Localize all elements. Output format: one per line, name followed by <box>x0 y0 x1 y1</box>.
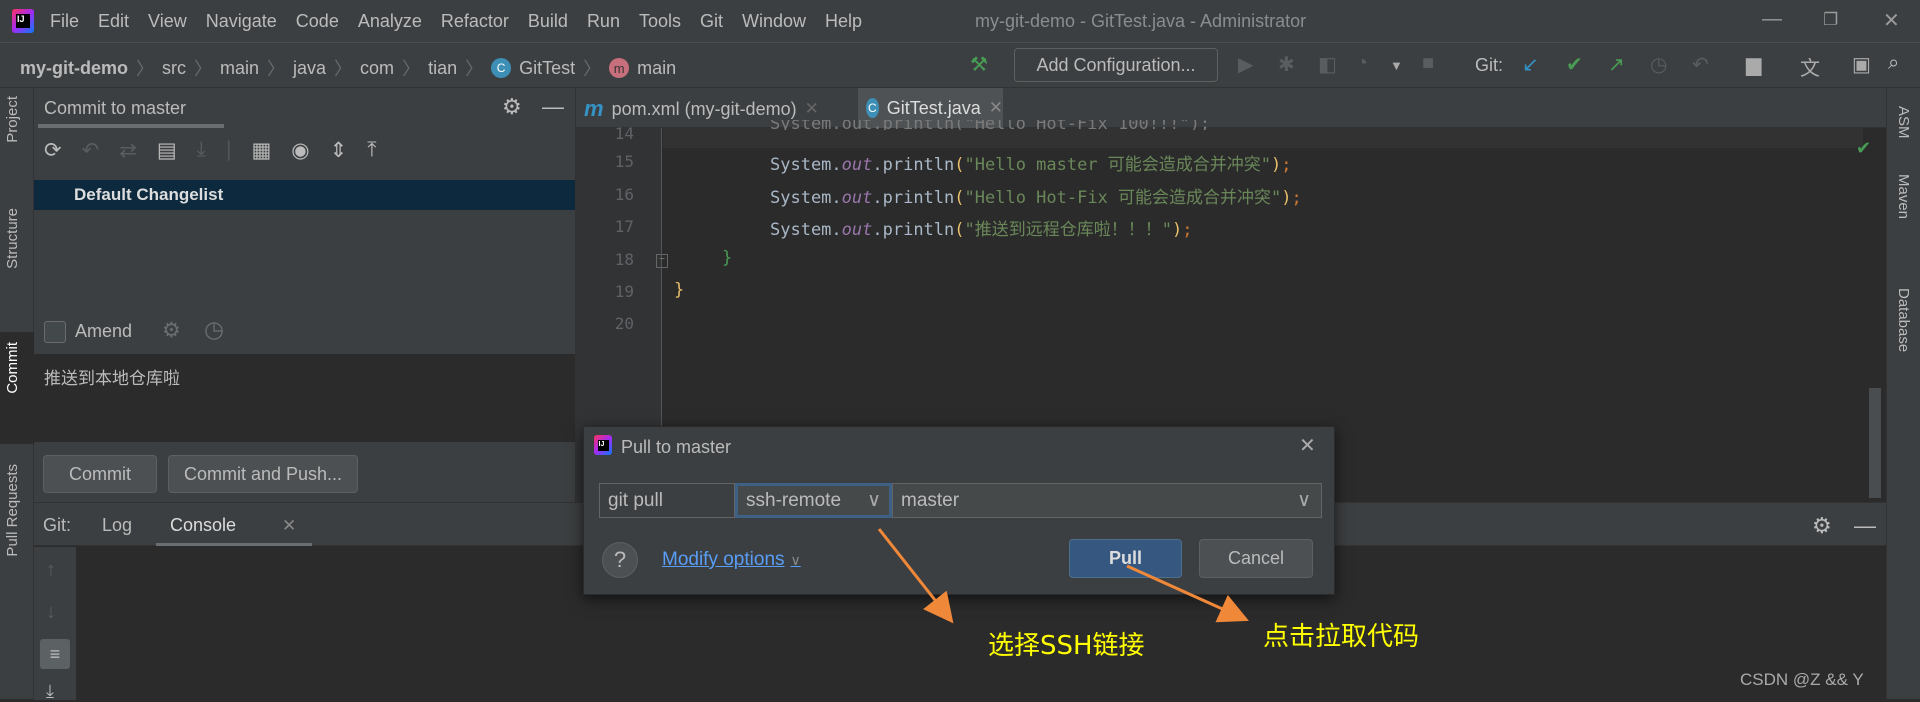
arrow-to-pull <box>1126 564 1249 623</box>
watermark: CSDN @Z && Y <box>1740 670 1864 689</box>
annotation-select-ssh: 选择SSH链接 <box>988 631 1145 661</box>
arrow-to-remote <box>877 528 954 624</box>
annotation-arrows <box>877 528 1249 624</box>
annotation-click-pull: 点击拉取代码 <box>1263 622 1420 652</box>
